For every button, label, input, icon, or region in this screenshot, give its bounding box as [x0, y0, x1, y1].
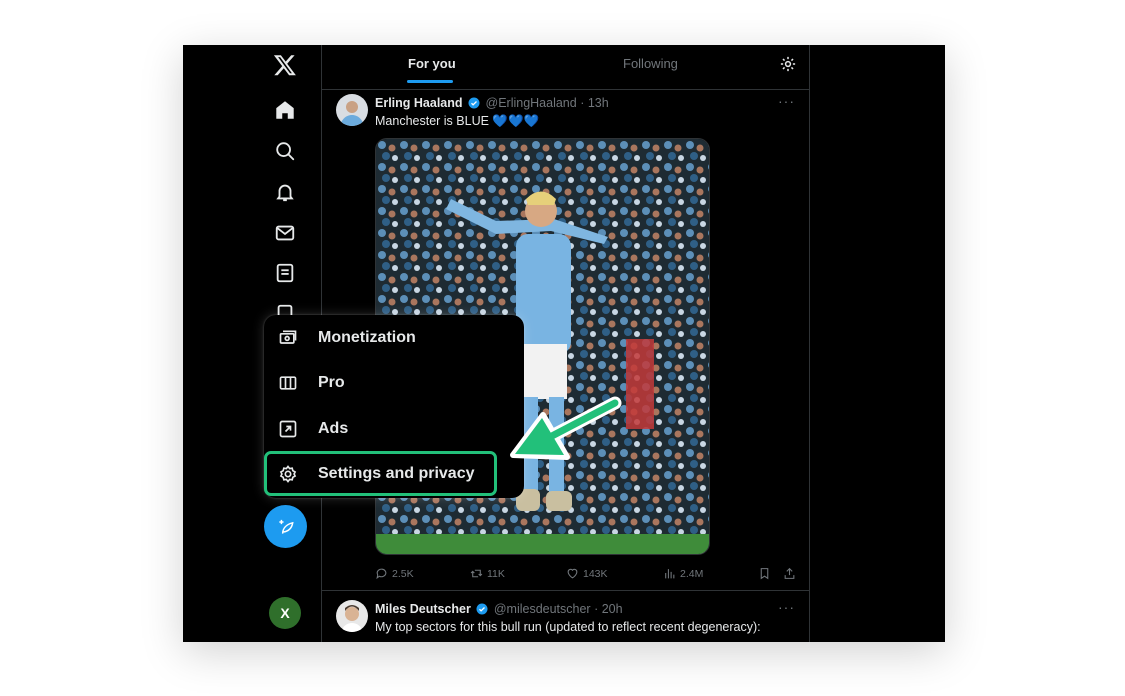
- app-window: X For you Following Erling Haaland @Erli…: [183, 45, 945, 642]
- author-avatar[interactable]: [336, 600, 368, 632]
- more-options-icon[interactable]: ···: [778, 599, 795, 615]
- compose-post-button[interactable]: [264, 505, 307, 548]
- share-upload-icon: [784, 567, 795, 579]
- reply-bubble-icon: [376, 568, 387, 580]
- feather-plus-icon: [278, 519, 294, 534]
- home-icon[interactable]: [274, 99, 296, 121]
- post-text: My top sectors for this bull run (update…: [375, 620, 761, 634]
- post-time[interactable]: · 13h: [580, 96, 609, 110]
- lists-icon[interactable]: [274, 262, 296, 284]
- messages-envelope-icon[interactable]: [274, 222, 296, 244]
- bookmark-button[interactable]: [758, 567, 771, 580]
- author-name[interactable]: Miles Deutscher: [375, 602, 471, 616]
- verified-badge-icon: [476, 603, 488, 615]
- menu-item-pro[interactable]: Pro: [264, 361, 524, 405]
- post-actions: 2.5K 11K 143K 2.4M: [375, 567, 795, 587]
- author-avatar[interactable]: [336, 94, 368, 126]
- pointer-arrow-icon: [510, 396, 622, 460]
- columns-icon: [278, 373, 298, 393]
- search-icon[interactable]: [274, 140, 296, 162]
- views-button[interactable]: 2.4M: [663, 567, 703, 580]
- menu-item-label: Pro: [318, 374, 345, 391]
- repost-count: 11K: [487, 567, 505, 580]
- author-handle[interactable]: @ErlingHaaland: [486, 96, 577, 110]
- share-button[interactable]: [783, 567, 796, 580]
- more-options-icon[interactable]: ···: [778, 93, 795, 109]
- repost-button[interactable]: 11K: [470, 567, 505, 580]
- author-handle[interactable]: @milesdeutscher: [494, 602, 591, 616]
- post-header: Miles Deutscher @milesdeutscher · 20h: [375, 602, 623, 616]
- like-count: 143K: [583, 567, 608, 580]
- external-box-icon: [278, 419, 298, 439]
- tab-following[interactable]: Following: [623, 56, 678, 71]
- menu-item-ads[interactable]: Ads: [264, 407, 524, 451]
- post-card[interactable]: Miles Deutscher @milesdeutscher · 20h ··…: [322, 596, 809, 642]
- heart-icon: [567, 568, 578, 579]
- money-icon: [278, 328, 298, 348]
- post-divider: [322, 590, 809, 591]
- tab-for-you[interactable]: For you: [408, 56, 456, 71]
- active-tab-indicator: [407, 80, 453, 83]
- like-button[interactable]: 143K: [566, 567, 608, 580]
- menu-item-label: Ads: [318, 420, 349, 437]
- post-header: Erling Haaland @ErlingHaaland · 13h: [375, 96, 609, 110]
- x-logo-icon[interactable]: [273, 53, 297, 77]
- reply-button[interactable]: 2.5K: [375, 567, 414, 580]
- post-time[interactable]: · 20h: [594, 602, 623, 616]
- post-text: Manchester is BLUE 💙💙💙: [375, 114, 540, 128]
- menu-item-label: Monetization: [318, 329, 416, 346]
- settings-highlight-box: [264, 451, 497, 496]
- account-avatar[interactable]: X: [269, 597, 301, 629]
- bookmark-icon: [760, 568, 769, 580]
- author-name[interactable]: Erling Haaland: [375, 96, 463, 110]
- timeline-tabs: For you Following: [322, 45, 809, 90]
- timeline-settings-gear-icon[interactable]: [779, 55, 797, 73]
- views-count: 2.4M: [680, 567, 704, 580]
- reply-count: 2.5K: [392, 567, 414, 580]
- repost-arrows-icon: [470, 569, 483, 578]
- verified-badge-icon: [468, 97, 480, 109]
- views-bar-chart-icon: [665, 569, 675, 579]
- notifications-bell-icon[interactable]: [274, 181, 296, 203]
- menu-item-monetization[interactable]: Monetization: [264, 316, 524, 360]
